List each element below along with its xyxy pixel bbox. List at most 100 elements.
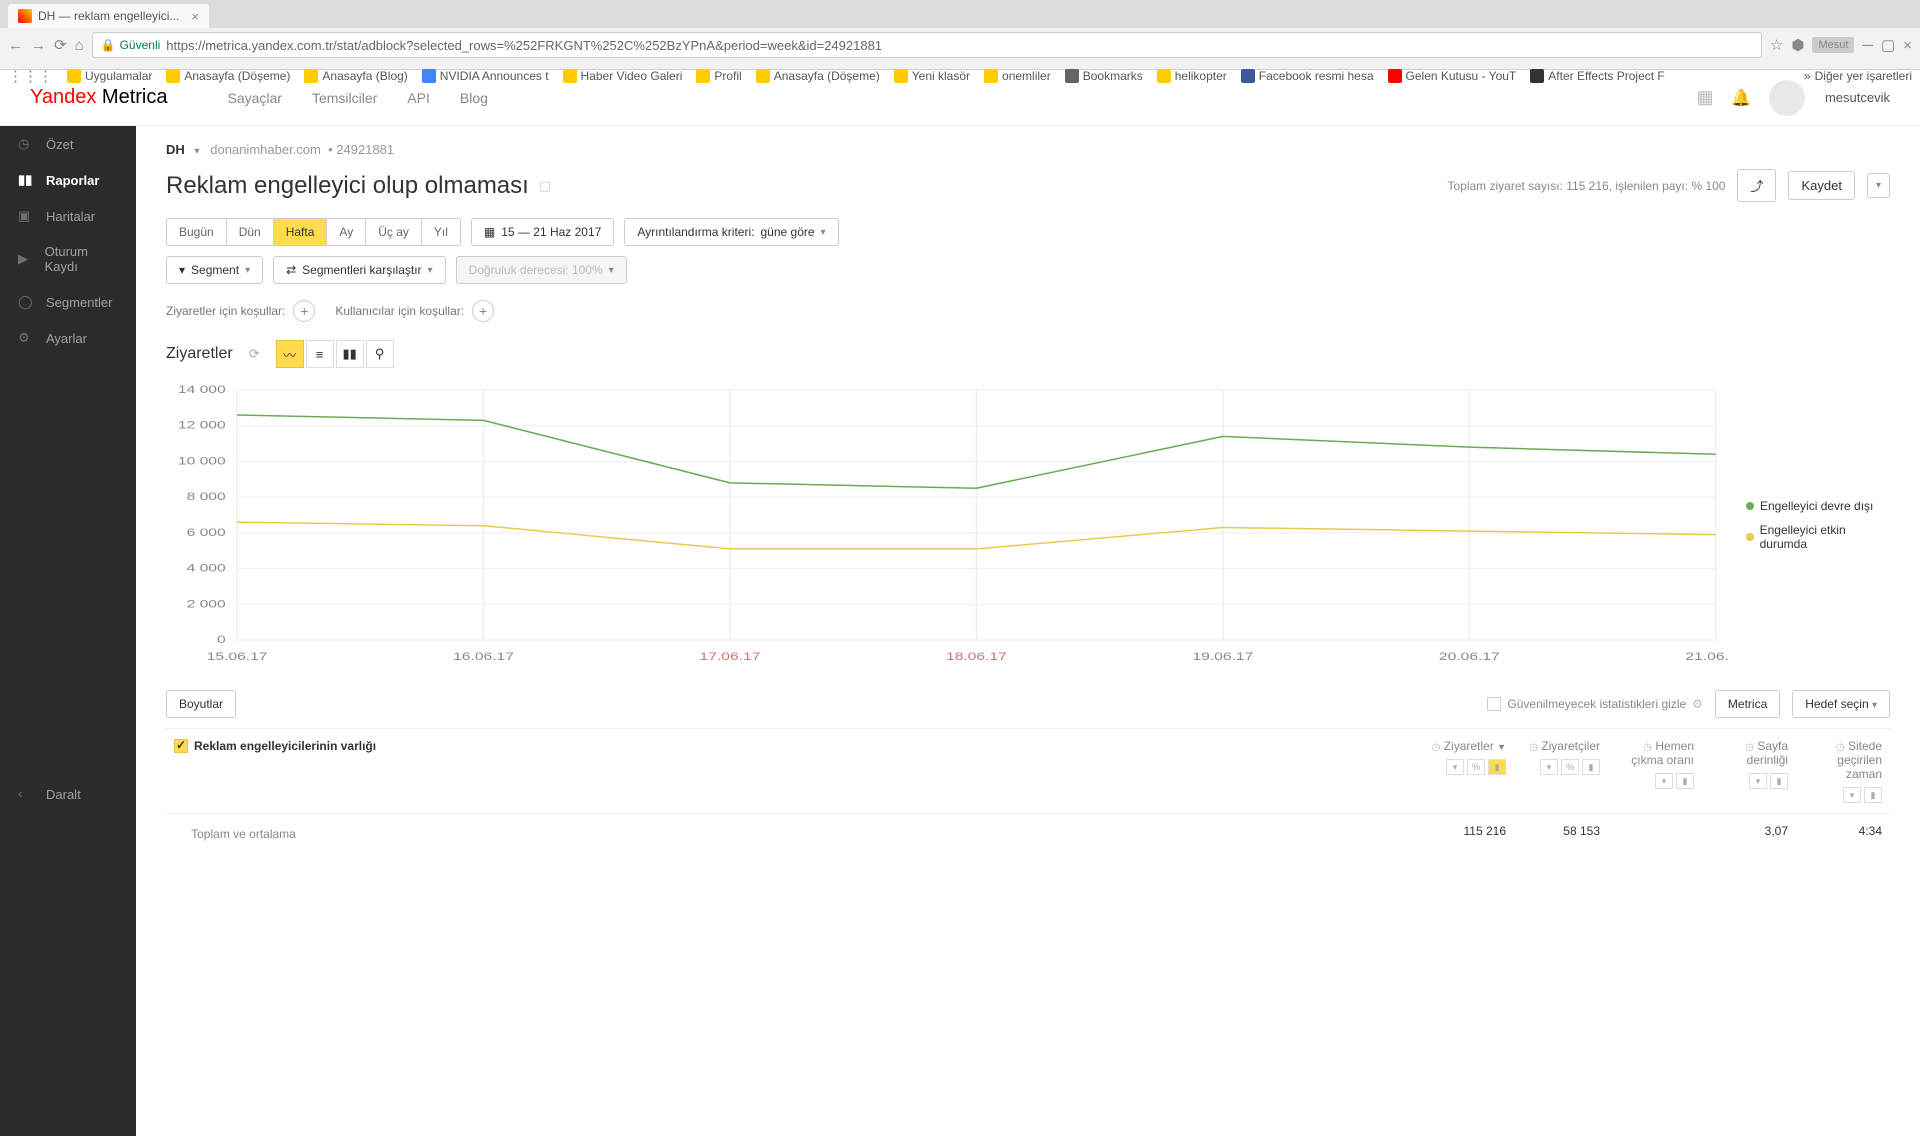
period-month[interactable]: Ay xyxy=(327,219,366,245)
bookmark-item[interactable]: Gelen Kutusu - YouT xyxy=(1388,69,1517,83)
chart-type-map[interactable]: ⚲ xyxy=(366,340,394,368)
nav-api[interactable]: API xyxy=(407,90,430,106)
browser-chrome: DH — reklam engelleyici... × ← → ⟳ ⌂ 🔒 G… xyxy=(0,0,1920,70)
home-icon[interactable]: ⌂ xyxy=(75,37,84,54)
star-icon[interactable]: ☆ xyxy=(1770,36,1783,54)
col-depth[interactable]: ◷ Sayfa derinliği ▾▮ xyxy=(1702,729,1796,813)
sidebar-item-reports[interactable]: ▮▮ Raporlar xyxy=(0,162,136,198)
period-year[interactable]: Yıl xyxy=(422,219,460,245)
bookmark-item[interactable]: After Effects Project F xyxy=(1530,69,1664,83)
period-3month[interactable]: Üç ay xyxy=(366,219,422,245)
save-dropdown[interactable]: ▾ xyxy=(1867,173,1890,198)
nav-blog[interactable]: Blog xyxy=(460,90,488,106)
metrica-button[interactable]: Metrica xyxy=(1715,690,1780,718)
maximize-icon[interactable]: ▢ xyxy=(1881,36,1895,54)
minimize-icon[interactable]: ─ xyxy=(1862,37,1873,54)
goal-select[interactable]: Hedef seçin ▾ xyxy=(1792,690,1890,718)
sidebar-item-settings[interactable]: ⚙ Ayarlar xyxy=(0,320,136,356)
svg-text:21.06.17: 21.06.17 xyxy=(1685,650,1730,662)
granularity-select[interactable]: Ayrıntılandırma kriteri: güne göre ▾ xyxy=(624,218,838,246)
export-button[interactable]: ⤴ xyxy=(1737,169,1776,202)
sidebar-item-segments[interactable]: ◯ Segmentler xyxy=(0,284,136,320)
avatar[interactable] xyxy=(1769,80,1805,116)
forward-icon[interactable]: → xyxy=(31,37,46,54)
bar-mini-icon[interactable]: ▮ xyxy=(1770,773,1788,789)
back-icon[interactable]: ← xyxy=(8,37,23,54)
segment-button[interactable]: ▾ Segment ▾ xyxy=(166,256,263,284)
add-visit-condition-button[interactable]: + xyxy=(293,300,315,322)
site-tag[interactable]: DH xyxy=(166,142,185,157)
bookmark-item[interactable]: helikopter xyxy=(1157,69,1227,83)
sidebar-collapse[interactable]: ‹ Daralt xyxy=(0,776,136,812)
sidebar-item-maps[interactable]: ▣ Haritalar xyxy=(0,198,136,234)
bar-icon: ▮▮ xyxy=(342,346,356,362)
bookmark-item[interactable]: NVIDIA Announces t xyxy=(422,69,549,83)
apps-grid-icon[interactable]: ▦ xyxy=(1697,90,1713,106)
percent-icon[interactable]: % xyxy=(1467,759,1485,775)
bar-mini-icon[interactable]: ▮ xyxy=(1864,787,1882,803)
period-today[interactable]: Bugün xyxy=(167,219,227,245)
filter-icon[interactable]: ▾ xyxy=(1446,759,1464,775)
url-bar[interactable]: 🔒 Güvenli https://metrica.yandex.com.tr/… xyxy=(92,32,1762,58)
filter-icon[interactable]: ▾ xyxy=(1540,759,1558,775)
bookmark-item[interactable]: Anasayfa (Döşeme) xyxy=(166,69,290,83)
chart-type-bar[interactable]: ▮▮ xyxy=(336,340,364,368)
breadcrumb-domain: donanimhaber.com xyxy=(210,142,321,157)
filter-icon[interactable]: ▾ xyxy=(1749,773,1767,789)
gear-icon[interactable]: ⚙ xyxy=(1692,697,1703,711)
bookmark-item[interactable]: Facebook resmi hesa xyxy=(1241,69,1374,83)
window-close-icon[interactable]: × xyxy=(1903,37,1912,54)
extension-icon[interactable]: ⬢ xyxy=(1791,36,1804,54)
bookmark-item[interactable]: Yeni klasör xyxy=(894,69,970,83)
sidebar-item-overview[interactable]: ◷ Özet xyxy=(0,126,136,162)
col-visits[interactable]: ◷ Ziyaretler ▼ ▾%▮ xyxy=(1420,729,1514,813)
logo[interactable]: Yandex Metrica xyxy=(30,86,167,109)
bell-icon[interactable]: 🔔 xyxy=(1733,90,1749,106)
col-time[interactable]: ◷ Sitede geçirilen zaman ▾▮ xyxy=(1796,729,1890,813)
apps-icon[interactable]: ⋮⋮⋮ xyxy=(8,67,53,85)
chart-type-line[interactable]: 〰 xyxy=(276,340,304,368)
bar-mini-icon[interactable]: ▮ xyxy=(1676,773,1694,789)
hide-unreliable-checkbox[interactable] xyxy=(1487,697,1501,711)
compare-segments-button[interactable]: ⇄ Segmentleri karşılaştır ▾ xyxy=(273,256,445,284)
period-week[interactable]: Hafta xyxy=(274,219,328,245)
bookmark-item[interactable]: Profil xyxy=(696,69,741,83)
legend-item[interactable]: Engelleyici devre dışı xyxy=(1746,499,1890,513)
dimensions-button[interactable]: Boyutlar xyxy=(166,690,236,718)
percent-icon[interactable]: % xyxy=(1561,759,1579,775)
period-pills: Bugün Dün Hafta Ay Üç ay Yıl xyxy=(166,218,461,246)
profile-badge[interactable]: Mesut xyxy=(1812,37,1854,53)
chevron-down-icon[interactable]: ▾ xyxy=(194,146,199,157)
chart-legend: Engelleyici devre dışı Engelleyici etkin… xyxy=(1730,380,1890,670)
bookmark-item[interactable]: Bookmarks xyxy=(1065,69,1143,83)
bar-mini-icon[interactable]: ▮ xyxy=(1582,759,1600,775)
filter-icon[interactable]: ▾ xyxy=(1843,787,1861,803)
dimension-checkbox[interactable] xyxy=(174,739,188,753)
url-text: https://metrica.yandex.com.tr/stat/adblo… xyxy=(166,38,882,53)
bookmark-item[interactable]: Anasayfa (Blog) xyxy=(304,69,407,83)
bookmark-item[interactable]: onemliler xyxy=(984,69,1051,83)
date-range-picker[interactable]: ▦ 15 — 21 Haz 2017 xyxy=(471,218,614,246)
col-visitors[interactable]: ◷ Ziyaretçiler ▾%▮ xyxy=(1514,729,1608,813)
browser-tab[interactable]: DH — reklam engelleyici... × xyxy=(8,4,209,28)
nav-counters[interactable]: Sayaçlar xyxy=(227,90,281,106)
bookmark-item[interactable]: Anasayfa (Döşeme) xyxy=(756,69,880,83)
username[interactable]: mesutcevik xyxy=(1825,90,1890,105)
legend-item[interactable]: Engelleyici etkin durumda xyxy=(1746,523,1890,551)
add-user-condition-button[interactable]: + xyxy=(472,300,494,322)
bookmark-item[interactable]: Haber Video Galeri xyxy=(563,69,683,83)
save-button[interactable]: Kaydet xyxy=(1788,171,1854,200)
refresh-icon[interactable]: ⟳ xyxy=(249,346,260,362)
reload-icon[interactable]: ⟳ xyxy=(54,36,67,54)
sidebar-item-session[interactable]: ▶ Oturum Kaydı xyxy=(0,234,136,284)
chart-type-stacked[interactable]: ≡ xyxy=(306,340,334,368)
bookmark-icon[interactable]: ▢ xyxy=(539,178,551,194)
accuracy-button: Doğruluk derecesi: 100% ▾ xyxy=(456,256,627,284)
bar-mini-icon[interactable]: ▮ xyxy=(1488,759,1506,775)
col-bounce[interactable]: ◷ Hemen çıkma oranı ▾▮ xyxy=(1608,729,1702,813)
period-yesterday[interactable]: Dün xyxy=(227,219,274,245)
close-icon[interactable]: × xyxy=(185,9,199,24)
nav-reps[interactable]: Temsilciler xyxy=(312,90,377,106)
filter-icon[interactable]: ▾ xyxy=(1655,773,1673,789)
bookmark-item[interactable]: Uygulamalar xyxy=(67,69,152,83)
